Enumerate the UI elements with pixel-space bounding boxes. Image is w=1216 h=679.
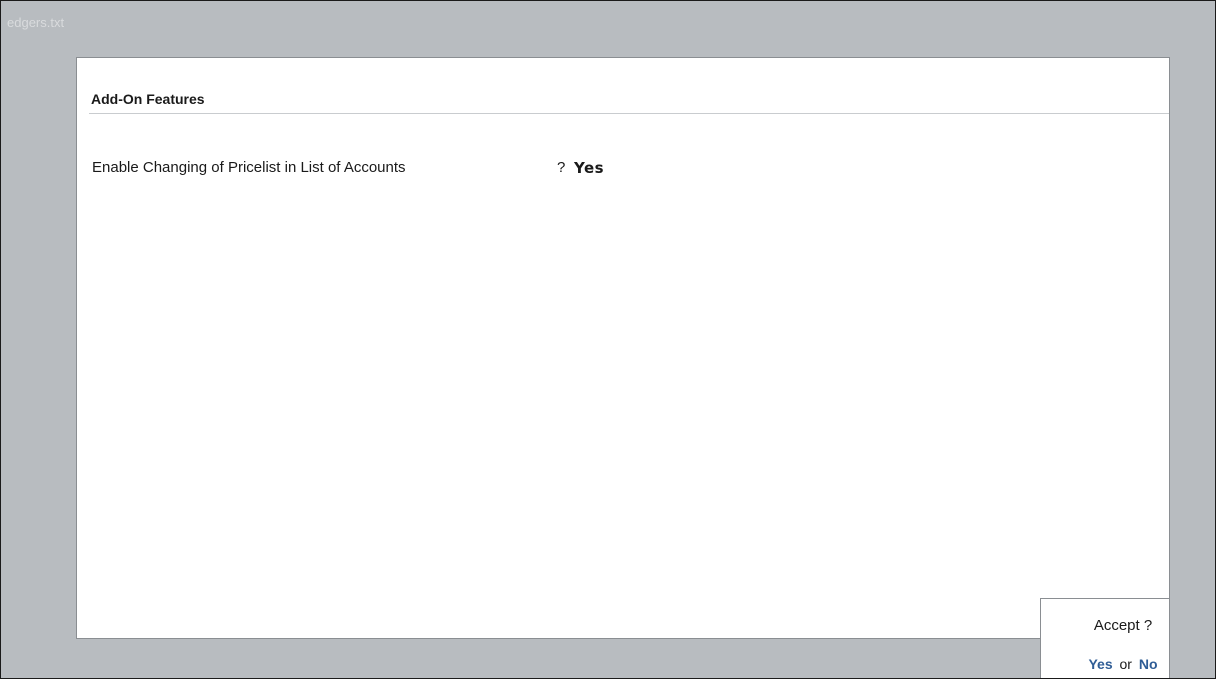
background-filename: edgers.txt xyxy=(7,15,65,30)
field-row-enable-pricelist: Enable Changing of Pricelist in List of … xyxy=(92,159,792,179)
accept-question: Accept ? xyxy=(1041,617,1169,634)
field-separator: ? xyxy=(557,159,566,176)
screen: edgers.txt Add-On Features Enable Changi… xyxy=(0,0,1216,679)
accept-question-text: Accept ? xyxy=(1093,617,1153,634)
panel-header: Add-On Features xyxy=(89,58,1169,114)
accept-options: Yes or No xyxy=(1041,656,1169,672)
field-label: Enable Changing of Pricelist in List of … xyxy=(92,159,406,176)
panel-title: Add-On Features xyxy=(91,91,205,107)
add-on-features-panel: Add-On Features Enable Changing of Price… xyxy=(76,57,1170,639)
accept-or-text: or xyxy=(1119,656,1132,672)
field-value-yes-no[interactable]: Yes xyxy=(574,159,604,177)
accept-dialog: Accept ? Yes or No xyxy=(1040,598,1170,678)
accept-yes-button[interactable]: Yes xyxy=(1088,656,1112,672)
accept-no-button[interactable]: No xyxy=(1139,656,1158,672)
